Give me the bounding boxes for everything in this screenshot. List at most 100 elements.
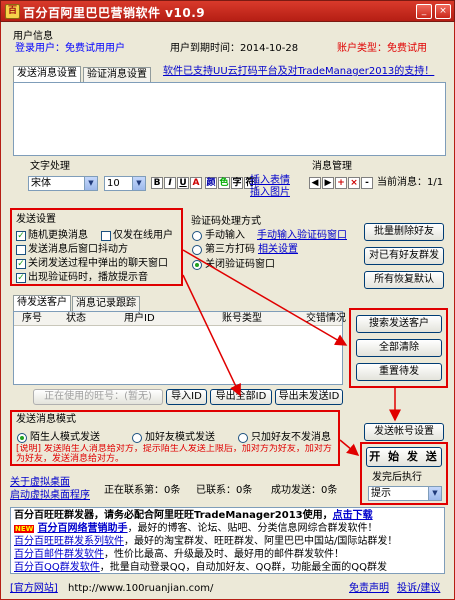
random-shuffle-checkbox[interactable]: ✓ (16, 231, 26, 241)
send-mode-note: [说明] 发送陌生人消息给对方，提示陌生人发送上限后，加对方为好友，加对方为好友… (16, 444, 332, 464)
prev-message-icon[interactable]: ◀ (309, 177, 321, 189)
captcha-settings-link[interactable]: 相关设置 (258, 244, 298, 256)
export-unsent-button[interactable]: 导出未发送ID (275, 389, 343, 405)
news-line-4: 百分百邮件群发软件，性价比最高、升级最及时、最好用的邮件群发软件！ (14, 549, 344, 561)
close-chat-checkbox[interactable]: ✓ (16, 259, 26, 269)
captcha-sound-label: 出现验证码时，播放提示音 (28, 272, 148, 283)
add-friend-mode-label: 加好友模式发送 (145, 432, 215, 443)
delete-message-icon[interactable]: × (348, 177, 360, 189)
news-line-3: 百分百旺旺群发系列软件，最好的淘宝群发、旺旺群发、阿里巴巴中国站/国际站群发！ (14, 536, 397, 548)
only-online-label: 仅发在线用户 (113, 230, 173, 241)
captcha-manual-link[interactable]: 手动输入验证码窗口 (257, 230, 347, 242)
tab-verify-settings[interactable]: 验证消息设置 (83, 67, 151, 82)
captcha-third-label: 第三方打码 (205, 244, 255, 255)
account-type-text: 账户类型：免费试用 (337, 43, 427, 54)
qq-software-link[interactable]: 百分百QQ群发软件 (14, 562, 100, 573)
add-friend-mode-radio[interactable] (132, 433, 142, 443)
insert-emoji-link[interactable]: 插入表情 (250, 175, 290, 187)
disclaimer-link[interactable]: 免责声明 (349, 583, 389, 595)
message-mgmt-label: 消息管理 (312, 161, 352, 172)
column-header[interactable]: 序号 (22, 312, 42, 325)
next-message-icon[interactable]: ▶ (322, 177, 334, 189)
wangwang-series-link[interactable]: 百分百旺旺群发系列软件 (14, 536, 124, 547)
chevron-down-icon: ▼ (428, 487, 441, 500)
export-all-button[interactable]: 导出全部ID (210, 389, 272, 405)
color-button-2[interactable]: 色 (218, 177, 230, 189)
news-line-2: NEW 百分百网络营销助手，最好的博客、论坛、贴吧、分类信息网综合群发软件！ (14, 523, 378, 535)
news-text: ，最好的淘宝群发、旺旺群发、阿里巴巴中国站/国际站群发！ (124, 536, 398, 547)
chevron-down-icon: ▼ (84, 177, 97, 190)
in-use-account: 正在使用的旺号：(暂无) (33, 389, 163, 405)
message-editor[interactable] (13, 82, 446, 156)
email-software-link[interactable]: 百分百邮件群发软件 (14, 549, 104, 560)
remove-message-icon[interactable]: - (361, 177, 373, 189)
captcha-close-label: 关闭验证码窗口 (205, 259, 275, 270)
italic-button[interactable]: I (164, 177, 176, 189)
news-text: ，批量自动登录QQ，自动加好友、QQ群，功能最全面的QQ群发 (99, 562, 387, 573)
only-add-mode-radio[interactable] (238, 433, 248, 443)
clear-all-button[interactable]: 全部清除 (356, 339, 442, 357)
close-button[interactable]: × (435, 4, 451, 19)
start-send-button[interactable]: 开 始 发 送 (366, 447, 442, 467)
feedback-link[interactable]: 投诉/建议 (397, 583, 440, 595)
color-button-1[interactable]: 颜 (205, 177, 217, 189)
shake-window-checkbox[interactable] (16, 245, 26, 255)
column-header[interactable]: 用户ID (124, 312, 155, 325)
size-value: 10 (107, 178, 120, 189)
after-done-value: 提示 (371, 488, 391, 499)
news-text: ，性价比最高、升级最及时、最好用的邮件群发软件！ (104, 549, 344, 560)
font-select[interactable]: 宋体 ▼ (28, 176, 98, 191)
captcha-manual-radio[interactable] (192, 231, 202, 241)
column-header[interactable]: 账号类型 (222, 312, 262, 325)
user-info-label: 用户信息 (13, 31, 53, 42)
captcha-close-radio[interactable] (192, 260, 202, 270)
customer-table[interactable]: 序号 状态 用户ID 账号类型 交错情况 (13, 311, 346, 385)
search-customers-button[interactable]: 搜索发送客户 (356, 315, 442, 333)
stranger-mode-radio[interactable] (17, 433, 27, 443)
success-count-text: 成功发送：0条 (271, 485, 338, 496)
after-done-select[interactable]: 提示 ▼ (368, 486, 442, 501)
news-text: 百分百旺旺群发器，请务必配合阿里旺旺TradeManager2013使用， (14, 510, 333, 521)
bold-button[interactable]: B (151, 177, 163, 189)
minimize-button[interactable]: _ (416, 4, 432, 19)
table-header (14, 312, 342, 326)
batch-delete-button[interactable]: 批量删除好友 (364, 223, 444, 241)
site-url-text: http://www.100ruanjian.com/ (68, 583, 214, 594)
font-color-button[interactable]: A (190, 177, 202, 189)
captcha-label: 验证码处理方式 (191, 216, 261, 227)
send-mode-label: 发送消息模式 (16, 414, 76, 425)
title-bar: 百 百分百阿里巴巴营销软件 v10.9 _ × (0, 0, 455, 22)
column-header[interactable]: 交错情况 (306, 312, 346, 325)
column-header[interactable]: 状态 (66, 312, 86, 325)
expire-date-text: 用户到期时间：2014-10-28 (170, 43, 299, 54)
size-select[interactable]: 10 ▼ (104, 176, 146, 191)
underline-button[interactable]: U (177, 177, 189, 189)
official-site-link[interactable]: [官方网站] (10, 583, 58, 595)
restore-default-button[interactable]: 所有恢复默认 (364, 271, 444, 289)
only-add-mode-label: 只加好友不发消息 (251, 432, 331, 443)
tab-message-records[interactable]: 消息记录跟踪 (72, 296, 140, 311)
sent-count-text: 已联系：0条 (196, 485, 253, 496)
download-link[interactable]: 点击下载 (333, 510, 373, 521)
reset-pending-button[interactable]: 重置待发 (356, 363, 442, 381)
start-sim-desktop-link[interactable]: 启动虚拟桌面程序 (10, 490, 90, 502)
shake-window-label: 发送消息后窗口抖动方 (28, 244, 128, 255)
send-account-settings-button[interactable]: 发送帐号设置 (364, 423, 444, 441)
close-sim-desktop-link[interactable]: 关于虚拟桌面 (10, 477, 70, 489)
insert-image-link[interactable]: 插入图片 (250, 187, 290, 199)
random-shuffle-label: 随机更换消息 (28, 230, 88, 241)
add-message-icon[interactable]: + (335, 177, 347, 189)
news-line-5: 百分百QQ群发软件，批量自动登录QQ，自动加好友、QQ群，功能最全面的QQ群发 (14, 562, 387, 573)
captcha-sound-checkbox[interactable]: ✓ (16, 273, 26, 283)
char-button-1[interactable]: 字 (231, 177, 243, 189)
captcha-third-radio[interactable] (192, 245, 202, 255)
font-value: 宋体 (31, 178, 51, 189)
promo-link[interactable]: 软件已支持UU云打码平台及对TradeManager2013的支持！ (163, 66, 434, 78)
only-online-checkbox[interactable] (101, 231, 111, 241)
news-text: ，最好的博客、论坛、贴吧、分类信息网综合群发软件！ (127, 523, 378, 534)
import-id-button[interactable]: 导入ID (166, 389, 207, 405)
marketing-helper-link[interactable]: 百分百网络营销助手 (38, 523, 128, 534)
tab-send-settings[interactable]: 发送消息设置 (13, 66, 81, 82)
add-friend-button[interactable]: 对已有好友群发 (364, 247, 444, 265)
tab-pending-customers[interactable]: 待发送客户 (13, 295, 71, 311)
